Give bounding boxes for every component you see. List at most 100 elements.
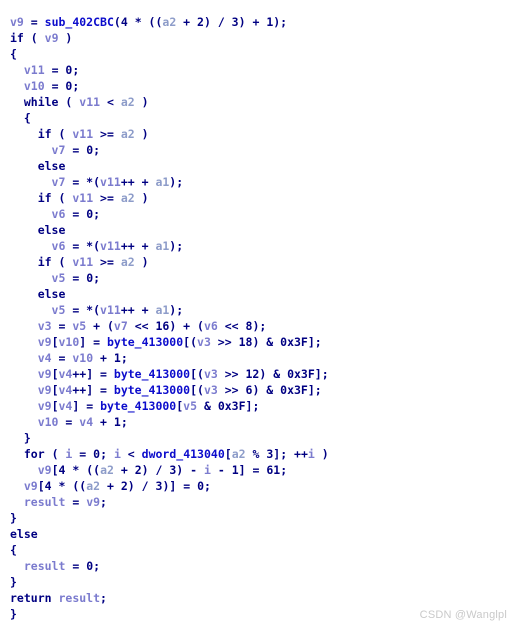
code-token-fn: byte_413000	[100, 399, 177, 413]
code-punctuation: (	[51, 127, 73, 141]
code-line[interactable]: else	[10, 158, 329, 174]
code-line[interactable]: v10 = 0;	[10, 78, 329, 94]
code-punctuation: ;	[93, 207, 101, 221]
code-line[interactable]: v9[v4++] = byte_413000[(v3 >> 12) & 0x3F…	[10, 366, 329, 382]
code-line[interactable]: v4 = v10 + 1;	[10, 350, 329, 366]
code-token-num: 0x3F	[217, 399, 246, 413]
code-line[interactable]: if ( v11 >= a2 )	[10, 126, 329, 142]
code-punctuation: =	[51, 351, 73, 365]
code-line[interactable]: v10 = v4 + 1;	[10, 414, 329, 430]
code-punctuation: );	[169, 175, 184, 189]
code-punctuation: ) /	[203, 15, 232, 29]
code-punctuation: +	[113, 463, 135, 477]
code-line[interactable]: {	[10, 110, 329, 126]
code-punctuation: ] =	[238, 463, 267, 477]
code-line[interactable]: result = 0;	[10, 558, 329, 574]
code-punctuation	[10, 399, 38, 413]
code-punctuation	[10, 127, 38, 141]
code-punctuation	[10, 175, 52, 189]
code-line[interactable]: result = v9;	[10, 494, 329, 510]
code-line[interactable]: }	[10, 606, 329, 622]
code-punctuation: ;	[204, 479, 211, 493]
code-punctuation: +	[176, 15, 198, 29]
code-token-kw: if	[37, 127, 52, 141]
code-token-num: 61	[266, 463, 281, 477]
code-punctuation: + (	[86, 319, 114, 333]
code-punctuation: =	[65, 559, 87, 573]
code-line[interactable]: v6 = *(v11++ + a1);	[10, 238, 329, 254]
code-line[interactable]: v9[v10] = byte_413000[(v3 >> 18) & 0x3F]…	[10, 334, 329, 350]
code-punctuation	[10, 319, 38, 333]
code-punctuation	[10, 287, 38, 301]
code-punctuation: = *(	[65, 175, 101, 189]
code-line[interactable]: v9[v4] = byte_413000[v5 & 0x3F];	[10, 398, 329, 414]
code-line[interactable]: v6 = 0;	[10, 206, 329, 222]
code-token-lv: v5	[72, 319, 87, 333]
code-punctuation	[10, 79, 24, 93]
code-punctuation: <	[120, 447, 142, 461]
code-punctuation: ];	[307, 335, 322, 349]
code-line[interactable]: while ( v11 < a2 )	[10, 94, 329, 110]
code-punctuation: (	[44, 447, 66, 461]
code-token-lv: v5	[183, 399, 198, 413]
code-punctuation: ];	[245, 399, 260, 413]
code-token-lv: v3	[197, 335, 211, 349]
code-punctuation: }	[10, 575, 17, 589]
code-punctuation: ] =	[72, 399, 101, 413]
code-punctuation: =	[65, 207, 87, 221]
code-token-arg: a2	[120, 191, 135, 205]
code-line[interactable]: v5 = 0;	[10, 270, 329, 286]
code-token-num: 1	[113, 415, 121, 429]
code-token-kw: for	[23, 447, 45, 461]
code-line[interactable]: v9[v4++] = byte_413000[(v3 >> 6) & 0x3F]…	[10, 382, 329, 398]
code-line[interactable]: v7 = 0;	[10, 142, 329, 158]
code-line[interactable]: v9 = sub_402CBC(4 * ((a2 + 2) / 3) + 1);	[10, 14, 329, 30]
code-punctuation	[10, 463, 38, 477]
code-line[interactable]: for ( i = 0; i < dword_413040[a2 % 3]; +…	[10, 446, 329, 462]
code-token-lv: v4	[37, 351, 52, 365]
code-token-arg: a2	[120, 127, 135, 141]
code-line[interactable]: }	[10, 430, 329, 446]
code-line[interactable]: }	[10, 574, 329, 590]
code-token-num: 16	[155, 319, 170, 333]
code-token-lv: v3	[37, 319, 52, 333]
code-token-lv: i	[113, 447, 121, 461]
code-punctuation: ;	[93, 271, 101, 285]
code-punctuation	[10, 95, 24, 109]
code-line[interactable]: v9[4 * ((a2 + 2) / 3)] = 0;	[10, 478, 329, 494]
code-line[interactable]: }	[10, 510, 329, 526]
code-token-kw: if	[37, 191, 52, 205]
code-line[interactable]: else	[10, 526, 329, 542]
code-punctuation: ] =	[79, 335, 107, 349]
code-line[interactable]: return result;	[10, 590, 329, 606]
code-punctuation: =	[58, 415, 80, 429]
code-line[interactable]: v7 = *(v11++ + a1);	[10, 174, 329, 190]
code-line[interactable]: v11 = 0;	[10, 62, 329, 78]
code-token-arg: a2	[120, 95, 135, 109]
code-line[interactable]: {	[10, 542, 329, 558]
code-line[interactable]: v5 = *(v11++ + a1);	[10, 302, 329, 318]
code-listing[interactable]: v9 = sub_402CBC(4 * ((a2 + 2) / 3) + 1);…	[10, 14, 329, 622]
code-token-lv: i	[203, 463, 211, 477]
code-token-num: 4	[44, 479, 52, 493]
code-punctuation: (	[113, 15, 121, 29]
code-punctuation: )	[134, 255, 149, 269]
code-line[interactable]: else	[10, 222, 329, 238]
code-line[interactable]: if ( v9 )	[10, 30, 329, 46]
code-punctuation: ];	[314, 367, 329, 381]
code-punctuation: ++ +	[120, 239, 156, 253]
code-line[interactable]: else	[10, 286, 329, 302]
code-line[interactable]: v9[4 * ((a2 + 2) / 3) - i - 1] = 61;	[10, 462, 329, 478]
code-token-fn: byte_413000	[113, 383, 191, 397]
code-token-lv: v9	[37, 367, 52, 381]
code-punctuation: * ((	[51, 479, 87, 493]
code-line[interactable]: if ( v11 >= a2 )	[10, 254, 329, 270]
code-token-kw: else	[37, 287, 66, 301]
code-token-lv: v5	[51, 303, 66, 317]
code-line[interactable]: v3 = v5 + (v7 << 16) + (v6 << 8);	[10, 318, 329, 334]
code-line[interactable]: {	[10, 46, 329, 62]
code-line[interactable]: if ( v11 >= a2 )	[10, 190, 329, 206]
code-punctuation: =	[51, 319, 73, 333]
code-punctuation: )	[58, 31, 73, 45]
code-token-lv: v6	[203, 319, 218, 333]
